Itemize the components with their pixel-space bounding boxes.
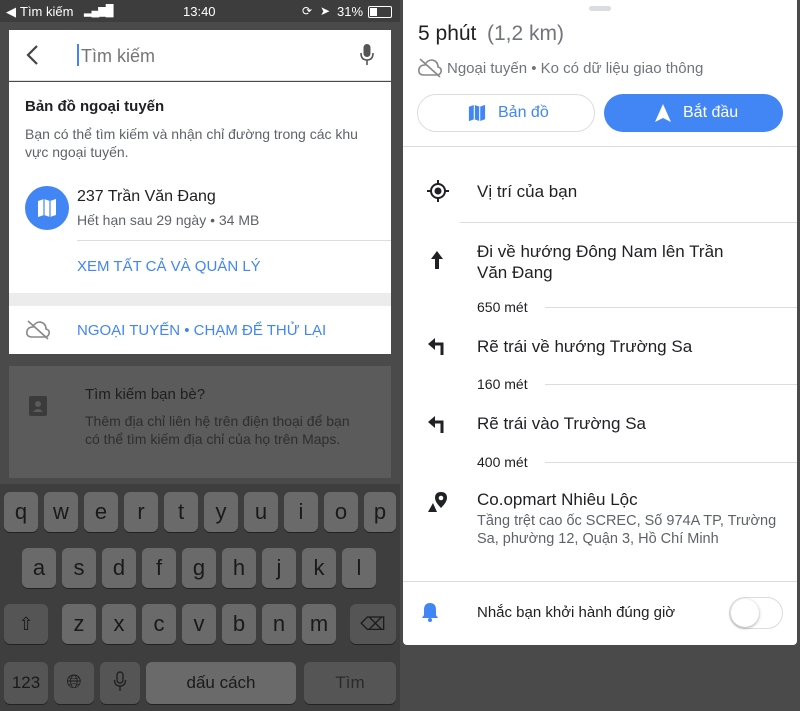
search-card	[9, 30, 391, 81]
key-z[interactable]: z	[62, 604, 96, 644]
find-friends-description: Thêm địa chỉ liên hệ trên điện thoại để …	[85, 413, 350, 447]
map-icon	[468, 104, 486, 122]
signal-icon: ▂▄▆█	[84, 5, 113, 17]
key-b[interactable]: b	[222, 604, 256, 644]
key-p[interactable]: p	[364, 492, 396, 532]
divider	[403, 146, 797, 147]
key-m[interactable]: m	[302, 604, 336, 644]
offline-retry-text[interactable]: NGOẠI TUYẾN • CHẠM ĐỂ THỬ LẠI	[77, 322, 326, 339]
turn-left-icon	[428, 416, 444, 433]
step-distance: 650 mét	[477, 299, 528, 315]
offline-retry-bar[interactable]: NGOẠI TUYẾN • CHẠM ĐỂ THỬ LẠI	[9, 306, 391, 354]
traffic-status: Ngoại tuyến • Ko có dữ liệu giao thông	[447, 60, 704, 77]
trip-duration: 5 phút	[418, 22, 477, 45]
key-t[interactable]: t	[164, 492, 198, 532]
key-j[interactable]: j	[262, 548, 296, 588]
my-location-icon	[427, 180, 449, 202]
departure-reminder-label: Nhắc bạn khởi hành đúng giờ	[477, 604, 676, 621]
dictation-key-icon[interactable]	[100, 662, 140, 704]
key-f[interactable]: f	[142, 548, 176, 588]
key-w[interactable]: w	[44, 492, 78, 532]
numbers-key[interactable]: 123	[4, 662, 48, 704]
key-u[interactable]: u	[244, 492, 278, 532]
key-l[interactable]: l	[342, 548, 376, 588]
cloud-off-icon	[418, 58, 442, 78]
manage-offline-maps-link[interactable]: XEM TẤT CẢ VÀ QUẢN LÝ	[77, 258, 261, 275]
key-s[interactable]: s	[62, 548, 96, 588]
start-button[interactable]: Bắt đầu	[604, 94, 783, 132]
search-key[interactable]: Tìm	[304, 662, 396, 704]
contacts-icon	[29, 396, 47, 416]
step-distance: 160 mét	[477, 376, 528, 392]
drag-handle[interactable]	[589, 6, 611, 11]
back-app-icon[interactable]: ◀	[6, 4, 16, 20]
key-v[interactable]: v	[182, 604, 216, 644]
step-your-location[interactable]: Vị trí của bạn	[477, 182, 577, 202]
shift-key-icon[interactable]: ⇧	[4, 604, 48, 644]
step-turn-left-truong-sa[interactable]: Rẽ trái vào Trường Sa	[477, 414, 646, 434]
key-i[interactable]: i	[284, 492, 318, 532]
key-o[interactable]: o	[324, 492, 358, 532]
keyboard: q w e r t y u i o p a s d f g h j k l ⇧ …	[0, 484, 400, 711]
rotation-lock-icon: ⟳	[302, 4, 313, 18]
divider	[545, 307, 797, 308]
offline-area-meta: Hết hạn sau 29 ngày • 34 MB	[77, 212, 260, 228]
offline-maps-title: Bản đồ ngoại tuyến	[25, 98, 165, 115]
key-c[interactable]: c	[142, 604, 176, 644]
trip-distance: (1,2 km)	[487, 22, 565, 45]
offline-map-icon	[25, 186, 69, 230]
cloud-off-icon	[26, 320, 50, 340]
divider	[545, 462, 797, 463]
step-direction[interactable]: Đi về hướng Đông Nam lên Trần Văn Đang	[477, 241, 747, 283]
key-k[interactable]: k	[302, 548, 336, 588]
battery-icon	[368, 6, 392, 18]
status-bar: ◀ Tìm kiếm ▂▄▆█ 13:40 ⟳ ➤ 31%	[0, 0, 400, 22]
battery-percent: 31%	[337, 4, 364, 19]
key-n[interactable]: n	[262, 604, 296, 644]
divider	[545, 384, 797, 385]
key-d[interactable]: d	[102, 548, 136, 588]
step-turn-left-truong-sa-direction[interactable]: Rẽ trái về hướng Trường Sa	[477, 337, 692, 357]
clock: 13:40	[183, 4, 216, 19]
start-button-label[interactable]: Bắt đầu	[683, 104, 738, 122]
search-input[interactable]	[79, 40, 323, 72]
turn-left-icon	[428, 338, 444, 355]
key-g[interactable]: g	[182, 548, 216, 588]
destination-name[interactable]: Co.opmart Nhiêu Lộc	[477, 490, 638, 510]
destination-address: Tầng trệt cao ốc SCREC, Số 974A TP, Trườ…	[477, 513, 777, 547]
offline-maps-card: Bản đồ ngoại tuyến Bạn có thể tìm kiếm v…	[9, 82, 391, 293]
offline-area-name[interactable]: 237 Trần Văn Đang	[77, 188, 216, 206]
arrow-straight-icon	[431, 251, 443, 269]
step-distance: 400 mét	[477, 454, 528, 470]
divider	[77, 240, 391, 241]
bell-icon	[422, 603, 438, 622]
globe-key-icon[interactable]: 🌐︎	[54, 662, 94, 704]
key-h[interactable]: h	[222, 548, 256, 588]
key-y[interactable]: y	[204, 492, 238, 532]
section-gap	[9, 293, 391, 306]
departure-reminder-toggle[interactable]	[729, 597, 783, 629]
divider	[460, 222, 797, 223]
toggle-knob	[731, 599, 759, 627]
divider	[403, 581, 797, 582]
key-e[interactable]: e	[84, 492, 118, 532]
destination-pin-icon	[428, 492, 447, 512]
navigation-arrow-icon	[655, 104, 671, 122]
key-a[interactable]: a	[22, 548, 56, 588]
location-icon: ➤	[320, 4, 331, 18]
microphone-icon[interactable]	[359, 43, 375, 67]
key-r[interactable]: r	[124, 492, 158, 532]
offline-maps-description: Bạn có thể tìm kiếm và nhận chỉ đường tr…	[25, 126, 358, 160]
map-button[interactable]: Bản đồ	[417, 94, 595, 132]
key-q[interactable]: q	[4, 492, 38, 532]
backspace-key-icon[interactable]: ⌫	[350, 604, 396, 644]
map-button-label[interactable]: Bản đồ	[498, 104, 549, 122]
find-friends-title: Tìm kiếm bạn bè?	[85, 386, 206, 403]
find-friends-card: Tìm kiếm bạn bè? Thêm địa chỉ liên hệ tr…	[9, 366, 391, 478]
back-app-label[interactable]: Tìm kiếm	[20, 4, 73, 19]
back-arrow-icon[interactable]	[25, 44, 39, 66]
key-x[interactable]: x	[102, 604, 136, 644]
space-key[interactable]: dấu cách	[146, 662, 296, 704]
directions-card: 5 phút (1,2 km) Ngoại tuyến • Ko có dữ l…	[403, 0, 797, 645]
